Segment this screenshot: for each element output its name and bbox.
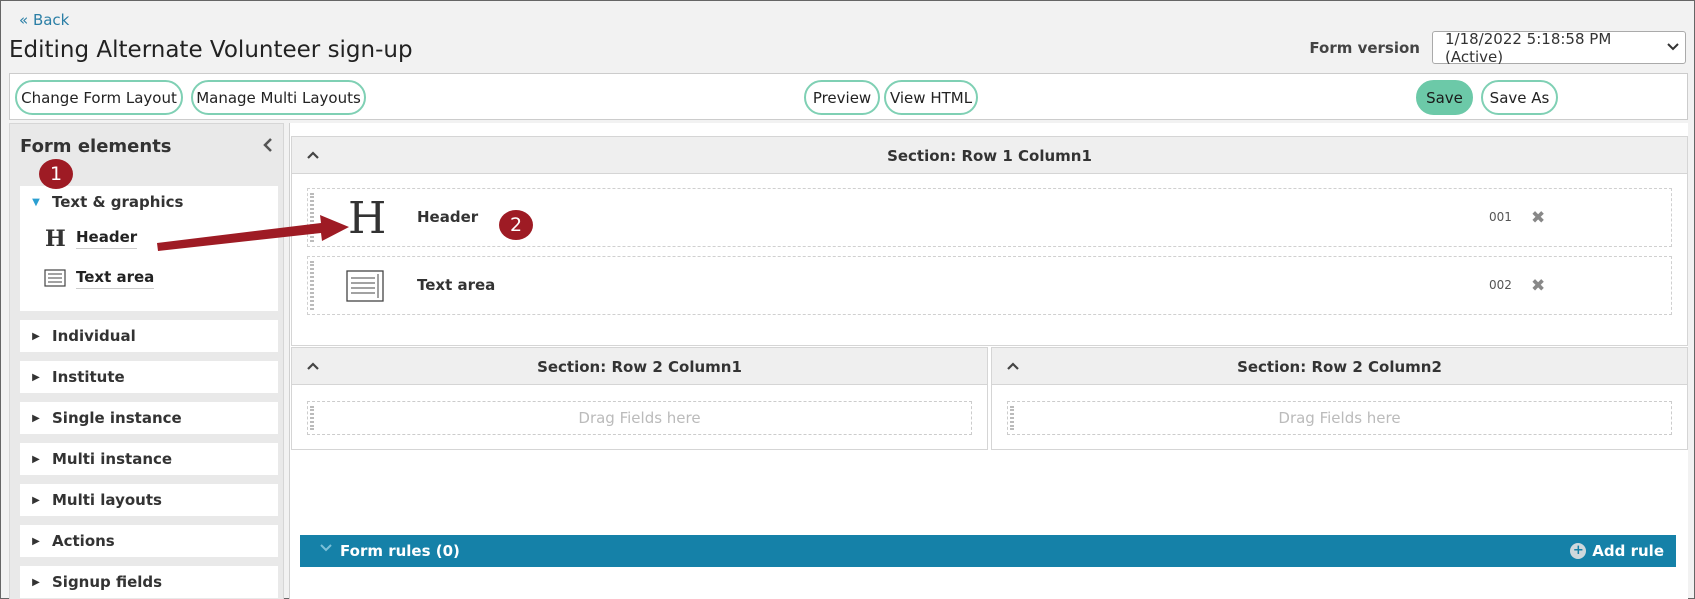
section-row2-col2-header: Section: Row 2 Column2 <box>991 347 1688 385</box>
group-single-instance[interactable]: ▶ Single instance <box>20 402 278 434</box>
toolbar: Change Form Layout Manage Multi Layouts … <box>9 73 1688 120</box>
group-text-graphics: ▼ Text & graphics H Header Text area <box>20 186 278 311</box>
form-version: Form version 1/18/2022 5:18:58 PM (Activ… <box>1309 29 1686 66</box>
group-multi-instance[interactable]: ▶ Multi instance <box>20 443 278 475</box>
svg-text:H: H <box>45 227 66 249</box>
field-label: Header <box>417 208 479 226</box>
group-label: Multi instance <box>52 450 173 468</box>
form-rules-title: Form rules (0) <box>340 542 460 560</box>
collapsed-triangle-icon: ▶ <box>32 453 40 465</box>
annotation-badge-2: 2 <box>499 210 533 240</box>
back-link[interactable]: « Back <box>19 11 69 29</box>
group-label: Signup fields <box>52 573 163 591</box>
annotation-badge-1: 1 <box>39 159 73 189</box>
form-canvas: Section: Row 1 Column1 H Header 001 ✖ Te… <box>289 123 1688 599</box>
form-version-select[interactable]: 1/18/2022 5:18:58 PM (Active) <box>1432 29 1686 66</box>
group-label: Individual <box>52 327 136 345</box>
section-row2-col2-body: Drag Fields here <box>991 385 1688 450</box>
collapsed-triangle-icon: ▶ <box>32 412 40 424</box>
field-number: 001 <box>1489 210 1512 224</box>
field-text-area[interactable]: Text area 002 ✖ <box>307 256 1672 315</box>
delete-field-icon[interactable]: ✖ <box>1531 208 1545 228</box>
drop-zone-placeholder: Drag Fields here <box>578 409 701 427</box>
preview-button[interactable]: Preview <box>804 80 880 115</box>
form-elements-title: Form elements <box>20 136 172 157</box>
svg-text:H: H <box>348 195 386 239</box>
group-actions[interactable]: ▶ Actions <box>20 525 278 557</box>
group-individual[interactable]: ▶ Individual <box>20 320 278 352</box>
group-label: Multi layouts <box>52 491 162 509</box>
plus-circle-icon: + <box>1570 543 1587 559</box>
form-version-label: Form version <box>1309 38 1420 57</box>
group-label: Single instance <box>52 409 182 427</box>
element-header-label: Header <box>76 228 138 249</box>
section-title: Section: Row 2 Column1 <box>537 358 742 376</box>
section-row1-col1-body: H Header 001 ✖ Text area 002 ✖ <box>291 174 1688 346</box>
collapse-panel-icon[interactable] <box>263 136 273 157</box>
expanded-triangle-icon: ▼ <box>32 196 40 208</box>
group-label: Text & graphics <box>52 193 184 211</box>
group-multi-layouts[interactable]: ▶ Multi layouts <box>20 484 278 516</box>
group-label: Institute <box>52 368 125 386</box>
form-version-value: 1/18/2022 5:18:58 PM (Active) <box>1445 29 1612 66</box>
form-elements-panel: Form elements ▼ Text & graphics H Header… <box>9 123 284 599</box>
text-area-icon <box>44 269 76 287</box>
drop-zone-placeholder: Drag Fields here <box>1278 409 1401 427</box>
view-html-button[interactable]: View HTML <box>884 80 978 115</box>
add-rule-button[interactable]: + Add rule <box>1570 542 1664 560</box>
group-institute[interactable]: ▶ Institute <box>20 361 278 393</box>
collapsed-triangle-icon: ▶ <box>32 371 40 383</box>
save-as-button[interactable]: Save As <box>1481 80 1558 115</box>
form-rules-bar[interactable]: Form rules (0) + Add rule <box>300 535 1676 567</box>
field-number: 002 <box>1489 278 1512 292</box>
drop-zone[interactable]: Drag Fields here <box>1007 401 1672 435</box>
text-area-icon <box>346 270 384 306</box>
section-title: Section: Row 2 Column2 <box>1237 358 1442 376</box>
section-row1-col1-header: Section: Row 1 Column1 <box>291 136 1688 174</box>
add-rule-label: Add rule <box>1592 542 1664 560</box>
chevron-down-icon <box>1667 41 1679 54</box>
section-row2-col1-body: Drag Fields here <box>291 385 988 450</box>
section-title: Section: Row 1 Column1 <box>887 147 1092 165</box>
group-signup-fields[interactable]: ▶ Signup fields <box>20 566 278 598</box>
header-icon: H <box>346 193 386 244</box>
section-row2-col1-header: Section: Row 2 Column1 <box>291 347 988 385</box>
header-icon: H <box>44 227 76 249</box>
save-button[interactable]: Save <box>1416 80 1473 115</box>
collapsed-triangle-icon: ▶ <box>32 494 40 506</box>
chevron-down-icon <box>320 541 332 555</box>
collapsed-triangle-icon: ▶ <box>32 330 40 342</box>
collapsed-triangle-icon: ▶ <box>32 576 40 588</box>
page-title: Editing Alternate Volunteer sign-up <box>9 37 413 63</box>
element-header[interactable]: H Header <box>20 218 278 258</box>
change-form-layout-button[interactable]: Change Form Layout <box>15 80 183 115</box>
collapsed-triangle-icon: ▶ <box>32 535 40 547</box>
field-label: Text area <box>417 276 496 294</box>
drag-handle[interactable] <box>310 261 314 310</box>
drag-handle[interactable] <box>310 193 314 242</box>
drag-handle <box>310 406 314 430</box>
manage-multi-layouts-button[interactable]: Manage Multi Layouts <box>191 80 366 115</box>
delete-field-icon[interactable]: ✖ <box>1531 276 1545 296</box>
group-text-graphics-header[interactable]: ▼ Text & graphics <box>20 186 278 218</box>
element-text-area[interactable]: Text area <box>20 258 278 298</box>
drop-zone[interactable]: Drag Fields here <box>307 401 972 435</box>
drag-handle <box>1010 406 1014 430</box>
group-label: Actions <box>52 532 115 550</box>
element-text-area-label: Text area <box>76 268 155 289</box>
